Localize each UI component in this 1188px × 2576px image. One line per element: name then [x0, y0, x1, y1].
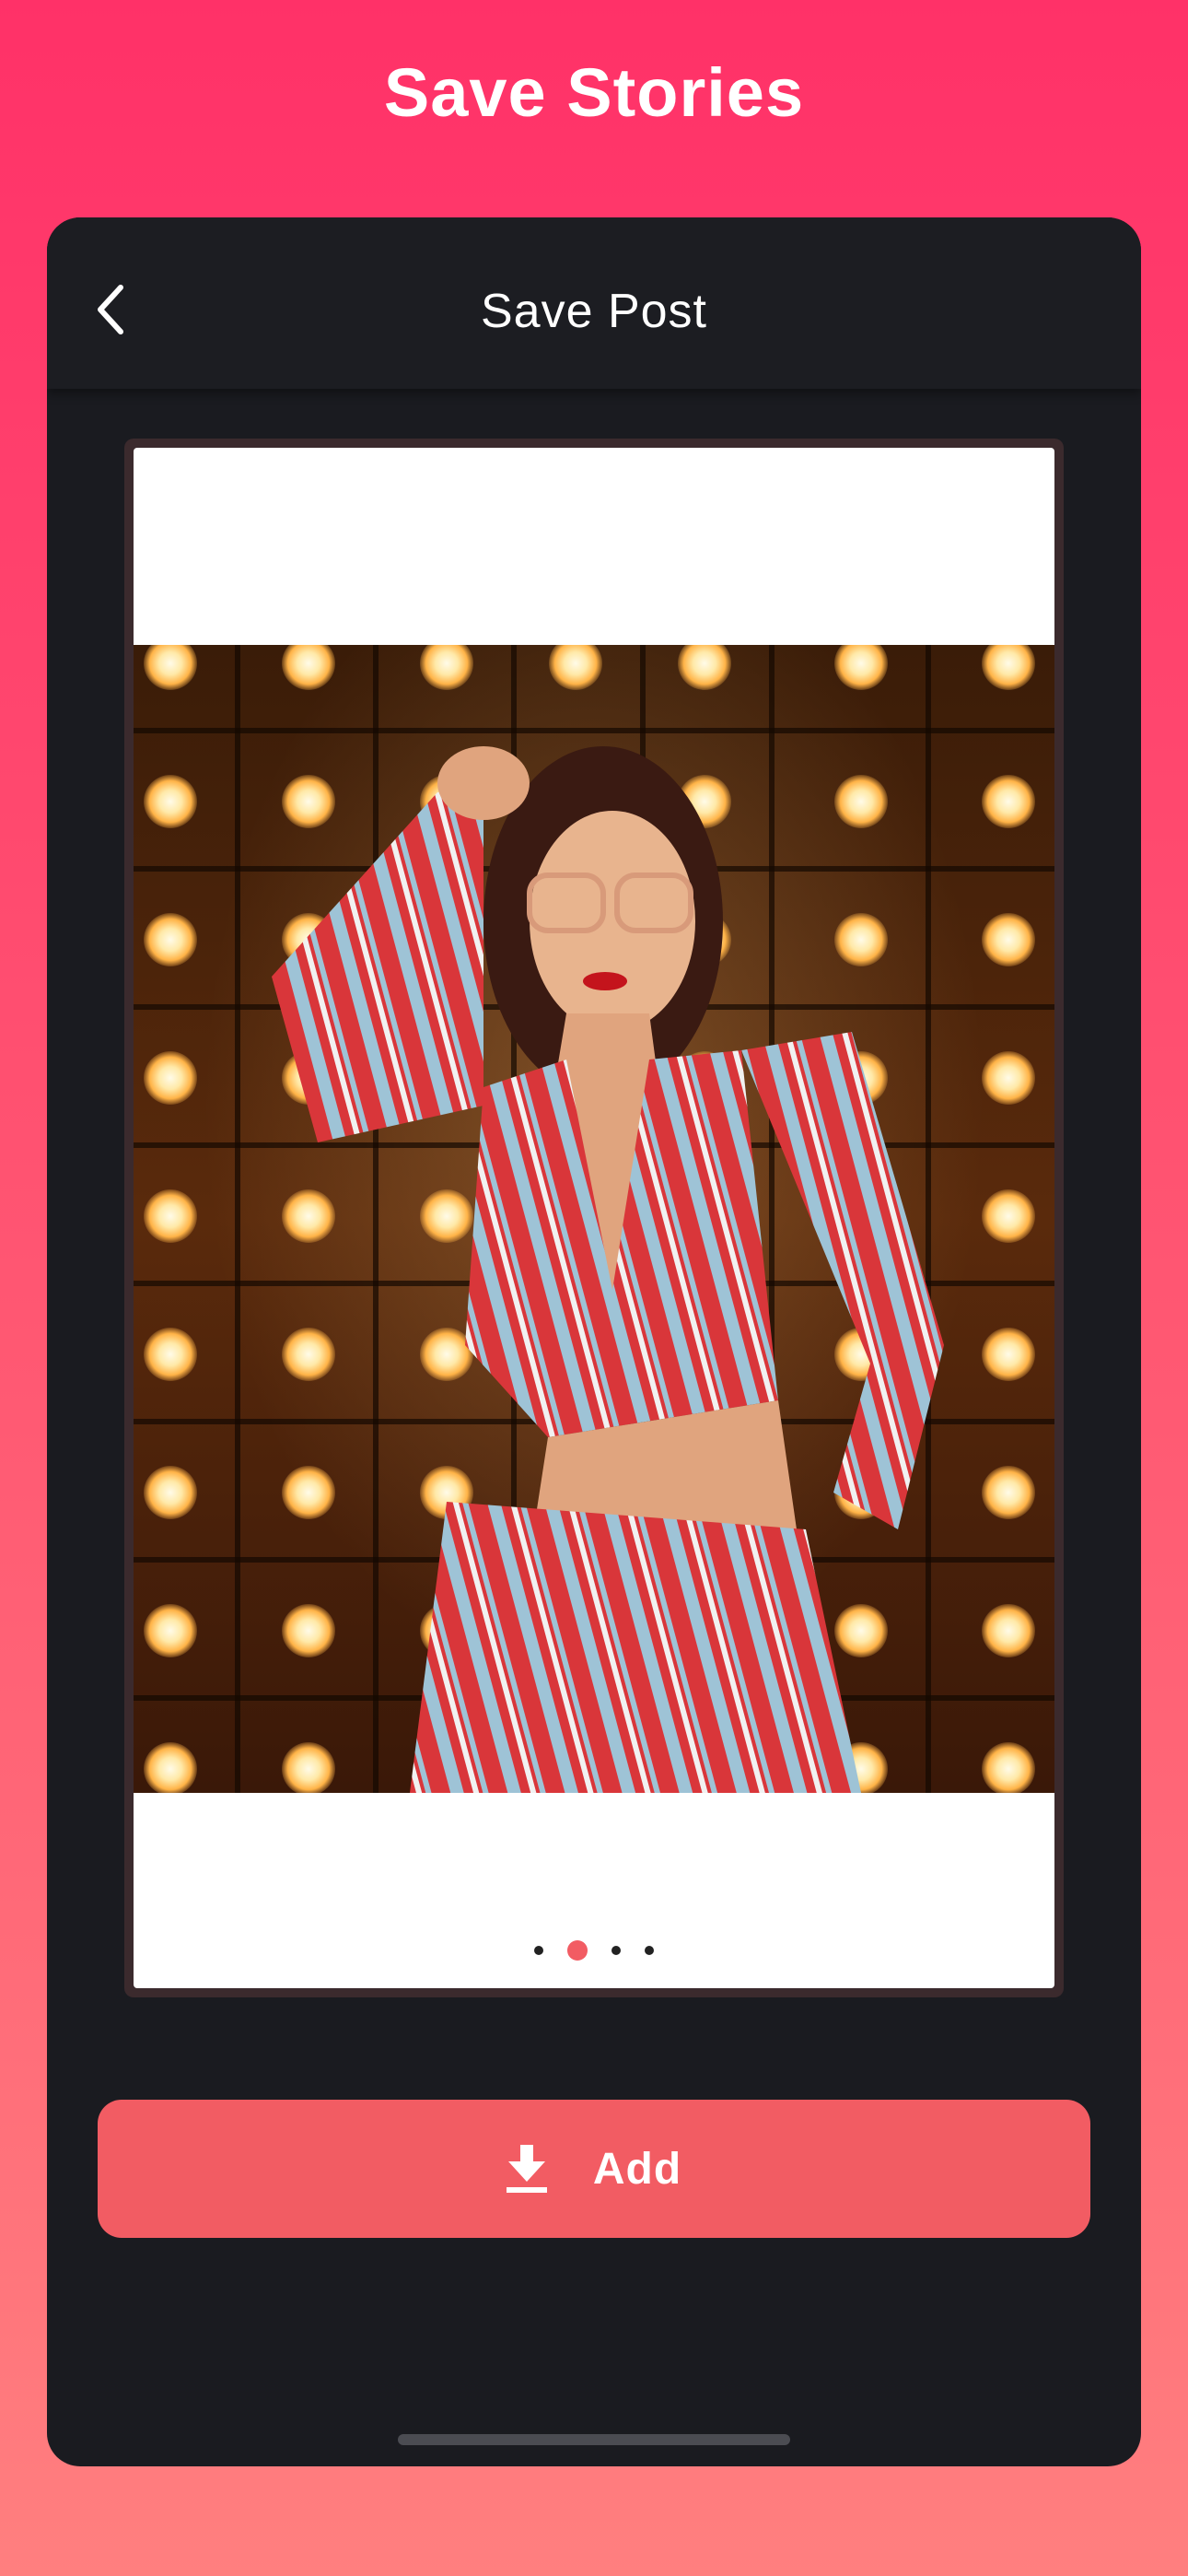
person-figure [272, 746, 944, 1793]
nav-bar: Save Post [47, 217, 1141, 389]
carousel-dot-active[interactable] [567, 1940, 588, 1961]
post-photo [134, 645, 1054, 1793]
home-indicator[interactable] [398, 2434, 790, 2445]
nav-title: Save Post [480, 285, 708, 338]
carousel-dot[interactable] [611, 1946, 621, 1955]
chevron-left-icon [98, 285, 123, 334]
add-button[interactable]: Add [98, 2100, 1090, 2238]
post-card[interactable] [134, 448, 1054, 1988]
carousel-dot[interactable] [534, 1946, 543, 1955]
page-title: Save Stories [383, 54, 805, 131]
carousel-dot[interactable] [645, 1946, 654, 1955]
app-screen: Save Post Add [47, 217, 1141, 2466]
post-frame [124, 439, 1064, 1997]
back-button[interactable] [75, 273, 148, 346]
download-icon [506, 2145, 547, 2193]
carousel-indicator [134, 1940, 1054, 1961]
add-button-label: Add [592, 2144, 682, 2194]
